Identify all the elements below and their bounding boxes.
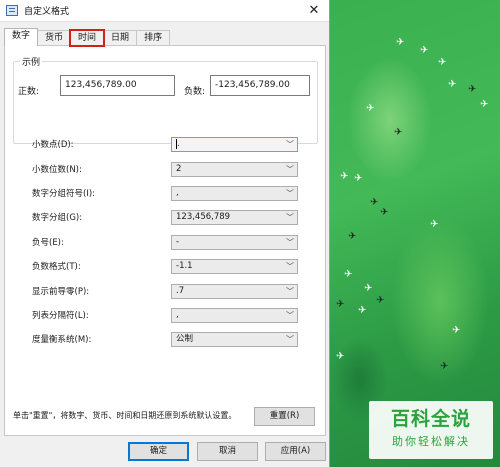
watermark-logo: 百科全说 助你轻松解决	[369, 401, 493, 459]
close-button[interactable]: ✕	[299, 0, 329, 22]
bird-icon: ✈	[430, 219, 439, 230]
decimal-symbol-combo[interactable]: . ﹀	[171, 137, 298, 152]
measurement-system-label: 度量衡系统(M):	[32, 335, 92, 345]
bird-icon: ✈	[440, 361, 449, 372]
digit-grouping-symbol-value: ,	[176, 188, 179, 198]
bird-icon: ✈	[364, 283, 373, 294]
bird-icon: ✈	[480, 99, 489, 110]
bird-icon: ✈	[336, 299, 345, 310]
bird-icon: ✈	[452, 325, 461, 336]
setting-row-decimal-digits: 小数位数(N): 2 ﹀	[32, 162, 298, 177]
bird-icon: ✈	[336, 351, 345, 362]
decimal-symbol-value: .	[177, 139, 180, 149]
setting-row-negative-format: 负数格式(T): -1.1 ﹀	[32, 259, 298, 274]
bird-icon: ✈	[358, 305, 367, 316]
bird-icon: ✈	[354, 173, 363, 184]
bird-icon: ✈	[468, 84, 477, 95]
decimal-digits-value: 2	[176, 164, 182, 174]
setting-row-list-separator: 列表分隔符(L): , ﹀	[32, 308, 298, 323]
watermark-subtitle: 助你轻松解决	[392, 435, 470, 448]
measurement-system-value: 公制	[176, 334, 194, 344]
sample-group: 示例 正数: 123,456,789.00 负数: -123,456,789.0…	[13, 55, 318, 144]
leading-zero-combo[interactable]: .7 ﹀	[171, 284, 298, 299]
bird-icon: ✈	[438, 57, 447, 68]
chevron-down-icon: ﹀	[286, 165, 294, 174]
chevron-down-icon: ﹀	[286, 335, 294, 344]
tab-date[interactable]: 日期	[103, 30, 138, 46]
setting-row-decimal-symbol: 小数点(D): . ﹀	[32, 137, 298, 152]
bird-icon: ✈	[420, 45, 429, 56]
positive-sample-field: 123,456,789.00	[60, 75, 175, 96]
setting-row-measurement-system: 度量衡系统(M): 公制 ﹀	[32, 332, 298, 347]
digit-grouping-value: 123,456,789	[176, 212, 231, 222]
chevron-down-icon: ﹀	[286, 287, 294, 296]
digit-grouping-label: 数字分组(G):	[32, 213, 83, 223]
reset-note: 单击"重置"，将数字、货币、时间和日期还原到系统默认设置。	[13, 411, 237, 420]
bird-icon: ✈	[448, 79, 457, 90]
negative-sample-field: -123,456,789.00	[210, 75, 310, 96]
bird-icon: ✈	[348, 231, 357, 242]
digit-grouping-symbol-combo[interactable]: , ﹀	[171, 186, 298, 201]
window-title: 自定义格式	[24, 7, 70, 17]
number-tab-panel: 示例 正数: 123,456,789.00 负数: -123,456,789.0…	[4, 45, 326, 436]
bird-icon: ✈	[380, 207, 389, 218]
negative-sign-combo[interactable]: - ﹀	[171, 235, 298, 250]
chevron-down-icon: ﹀	[286, 311, 294, 320]
positive-label: 正数:	[18, 87, 40, 97]
measurement-system-combo[interactable]: 公制 ﹀	[171, 332, 298, 347]
tab-time[interactable]: 时间	[69, 29, 106, 47]
negative-format-combo[interactable]: -1.1 ﹀	[171, 259, 298, 274]
setting-row-negative-sign: 负号(E): - ﹀	[32, 235, 298, 250]
title-bar[interactable]: 自定义格式 ✕	[0, 0, 329, 22]
bird-icon: ✈	[344, 269, 353, 280]
sample-legend: 示例	[20, 55, 43, 68]
chevron-down-icon: ﹀	[286, 238, 294, 247]
decimal-digits-label: 小数位数(N):	[32, 165, 82, 175]
list-separator-label: 列表分隔符(L):	[32, 311, 89, 321]
list-separator-value: ,	[176, 310, 179, 320]
negative-label: 负数:	[184, 87, 206, 97]
decimal-digits-combo[interactable]: 2 ﹀	[171, 162, 298, 177]
bird-icon: ✈	[366, 103, 375, 114]
desktop-background: ✈ ✈ ✈ ✈ ✈ ✈ ✈ ✈ ✈ ✈ ✈ ✈ ✈ ✈ ✈ ✈ ✈ ✈ ✈ ✈ …	[330, 0, 500, 467]
window-app-icon	[6, 5, 18, 16]
chevron-down-icon: ﹀	[286, 262, 294, 271]
tab-strip: 数字 货币 时间 日期 排序	[4, 28, 171, 47]
bird-icon: ✈	[394, 127, 403, 138]
list-separator-combo[interactable]: , ﹀	[171, 308, 298, 323]
bird-icon: ✈	[370, 197, 379, 208]
negative-format-value: -1.1	[176, 261, 193, 271]
negative-format-label: 负数格式(T):	[32, 262, 81, 272]
bird-icon: ✈	[376, 295, 385, 306]
chevron-down-icon: ﹀	[286, 213, 294, 222]
chevron-down-icon: ﹀	[286, 189, 294, 198]
watermark-title: 百科全说	[390, 408, 471, 430]
bird-icon: ✈	[396, 37, 405, 48]
setting-row-digit-grouping-symbol: 数字分组符号(I): , ﹀	[32, 186, 298, 201]
setting-row-leading-zero: 显示前导零(P): .7 ﹀	[32, 284, 298, 299]
custom-format-dialog: 自定义格式 ✕ 数字 货币 时间 日期 排序 示例 正数: 123,456,78…	[0, 0, 330, 467]
tab-currency[interactable]: 货币	[37, 30, 72, 46]
cancel-button[interactable]: 取消	[197, 442, 258, 461]
negative-sign-label: 负号(E):	[32, 238, 64, 248]
digit-grouping-combo[interactable]: 123,456,789 ﹀	[171, 210, 298, 225]
leading-zero-label: 显示前导零(P):	[32, 287, 90, 297]
digit-grouping-symbol-label: 数字分组符号(I):	[32, 189, 96, 199]
decimal-symbol-label: 小数点(D):	[32, 140, 74, 150]
tab-sort[interactable]: 排序	[136, 30, 171, 46]
negative-sign-value: -	[176, 237, 180, 247]
reset-button[interactable]: 重置(R)	[254, 407, 315, 426]
apply-button[interactable]: 应用(A)	[265, 442, 326, 461]
bird-icon: ✈	[340, 171, 349, 182]
tab-number[interactable]: 数字	[4, 28, 39, 46]
chevron-down-icon: ﹀	[286, 140, 294, 149]
leading-zero-value: .7	[176, 286, 185, 296]
setting-row-digit-grouping: 数字分组(G): 123,456,789 ﹀	[32, 210, 298, 225]
ok-button[interactable]: 确定	[128, 442, 189, 461]
